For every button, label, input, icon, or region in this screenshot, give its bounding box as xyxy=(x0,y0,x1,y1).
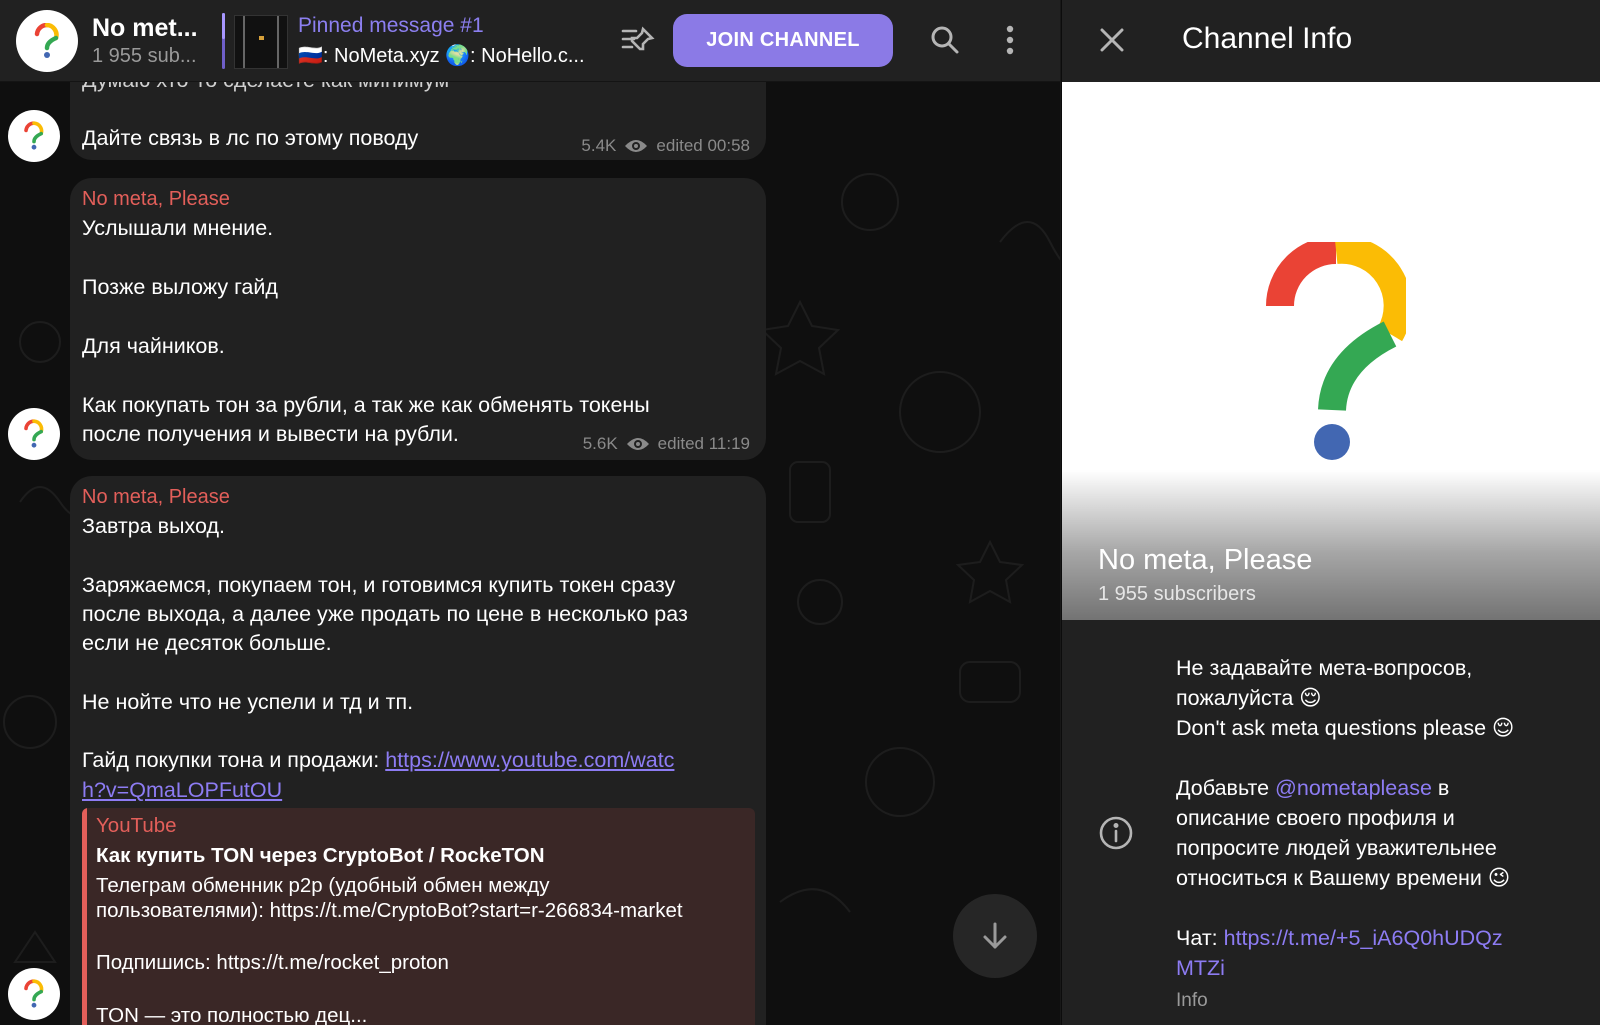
message-text: если не десяток больше. xyxy=(82,631,332,655)
message-text: Дайте связь в лс по этому поводу xyxy=(82,126,419,150)
message-text: Не нойте что не успели и тд и тп. xyxy=(82,690,414,714)
arrow-down-icon xyxy=(983,922,1007,949)
preview-desc: Подпишись: https://t.me/rocket_proton xyxy=(96,951,449,974)
more-options-button[interactable] xyxy=(990,20,1030,60)
chat-invite-link-continued[interactable]: MTZi xyxy=(1176,956,1225,981)
pinned-thumbnail xyxy=(234,15,288,69)
message-bubble: No meta, Please Завтра выход. Заряжаемся… xyxy=(70,476,766,1025)
search-icon xyxy=(931,26,959,54)
message-avatar[interactable] xyxy=(8,110,60,162)
message-text: Позже выложу гайд xyxy=(82,275,278,299)
description-line: пожалуйста 😌 xyxy=(1176,686,1322,710)
scroll-to-bottom-button[interactable] xyxy=(953,894,1037,978)
message-text: Завтра выход. xyxy=(82,514,226,538)
edited-time: edited 11:19 xyxy=(657,434,750,453)
close-info-button[interactable] xyxy=(1092,20,1132,60)
channel-info-panel: Channel Info No meta, Please 1 955 subsc… xyxy=(1061,0,1600,1025)
message-text: Гайд покупки тона и продажи: https://www… xyxy=(82,748,674,773)
pinned-title: Pinned message #1 xyxy=(298,14,484,37)
question-logo-icon xyxy=(24,419,44,448)
subscriber-count: 1 955 subscribers xyxy=(1098,583,1256,605)
message-text: Для чайников. xyxy=(82,334,225,358)
description-text: Добавьте xyxy=(1176,776,1276,800)
description-line: Не задавайте мета-вопросов, xyxy=(1176,656,1473,680)
message-avatar[interactable] xyxy=(8,968,60,1020)
channel-name: No meta, Please xyxy=(1098,544,1313,576)
pinned-text: 🇷🇺: NoMeta.xyz 🌍: NoHello.c... xyxy=(298,45,585,67)
preview-site: YouTube xyxy=(96,814,177,837)
preview-desc: пользователями): https://t.me/CryptoBot?… xyxy=(96,899,683,922)
message-avatar[interactable] xyxy=(8,408,60,460)
message-sender[interactable]: No meta, Please xyxy=(82,486,230,509)
message-meta: 5.4K edited 00:58 xyxy=(581,136,750,156)
info-label: Info xyxy=(1176,990,1208,1011)
preview-desc: Телеграм обменник p2p (удобный обмен меж… xyxy=(96,874,550,897)
info-header: Channel Info xyxy=(1062,0,1600,82)
info-title: Channel Info xyxy=(1182,22,1353,55)
question-logo-icon xyxy=(24,121,44,150)
description-text: в xyxy=(1431,776,1450,800)
description-line: описание своего профиля и xyxy=(1176,806,1455,830)
chat-panel: No met... 1 955 sub... Pinned message #1… xyxy=(0,0,1060,1025)
preview-accent-bar xyxy=(82,808,87,1025)
question-logo-icon xyxy=(24,979,44,1008)
eye-icon xyxy=(625,140,648,152)
more-vert-icon xyxy=(1006,25,1014,55)
message-text: Услышали мнение. xyxy=(82,216,274,240)
question-logo-icon xyxy=(34,23,59,58)
guide-label: Гайд покупки тона и продажи: xyxy=(82,748,380,772)
message-text: Заряжаемся, покупаем тон, и готовимся ку… xyxy=(82,573,676,597)
info-circle-icon xyxy=(1099,816,1133,850)
preview-title: Как купить TON через CryptoBot / RockeTO… xyxy=(96,844,545,867)
message-text: после выхода, а далее уже продать по цен… xyxy=(82,602,688,626)
link-preview[interactable]: YouTube Как купить TON через CryptoBot /… xyxy=(82,808,755,1025)
message-bubble: No meta, Please Услышали мнение. Позже в… xyxy=(70,178,766,460)
channel-subscriber-count: 1 955 sub... xyxy=(92,45,197,67)
message-sender[interactable]: No meta, Please xyxy=(82,188,230,211)
question-logo-icon xyxy=(1266,242,1406,460)
channel-title[interactable]: No met... xyxy=(92,14,212,43)
eye-icon xyxy=(626,438,649,450)
description-line: относиться к Вашему времени 😉 xyxy=(1176,866,1511,890)
description-line: попросите людей уважительнее xyxy=(1176,836,1497,860)
description-line: Чат: https://t.me/+5_iA6Q0hUDQz xyxy=(1176,926,1503,951)
preview-desc: TON — это полностью дец... xyxy=(96,1004,368,1025)
view-count: 5.6K xyxy=(582,434,618,453)
search-button[interactable] xyxy=(925,20,965,60)
message-text: Как покупать тон за рубли, а так же как … xyxy=(82,393,650,417)
message-meta: 5.6K edited 11:19 xyxy=(583,434,750,454)
unpin-icon xyxy=(621,26,655,51)
nometaplease-link[interactable]: @nometaplease xyxy=(1275,776,1432,800)
channel-hero-image[interactable]: No meta, Please 1 955 subscribers xyxy=(1062,82,1600,620)
edited-time: edited 00:58 xyxy=(656,136,750,155)
close-icon xyxy=(1100,28,1124,52)
chat-header: No met... 1 955 sub... Pinned message #1… xyxy=(0,0,1060,82)
description-text: Чат: xyxy=(1176,926,1224,950)
view-count: 5.4K xyxy=(581,136,617,155)
description-line: Don't ask meta questions please 😌 xyxy=(1176,716,1515,740)
youtube-link[interactable]: https://www.youtube.com/watc xyxy=(385,748,674,772)
chat-invite-link[interactable]: https://t.me/+5_iA6Q0hUDQz xyxy=(1224,926,1503,950)
unpin-button[interactable] xyxy=(618,20,658,60)
pinned-message[interactable]: Pinned message #1 🇷🇺: NoMeta.xyz 🌍: NoHe… xyxy=(222,13,602,69)
description-line: Добавьте @nometaplease в xyxy=(1176,776,1449,801)
message-text: после получения и вывести на рубли. xyxy=(82,422,459,446)
youtube-link-continued[interactable]: h?v=QmaLOPFutOU xyxy=(82,778,282,803)
pinned-indicator xyxy=(222,13,225,69)
join-channel-button[interactable]: JOIN CHANNEL xyxy=(673,14,893,67)
channel-avatar[interactable] xyxy=(16,10,78,72)
